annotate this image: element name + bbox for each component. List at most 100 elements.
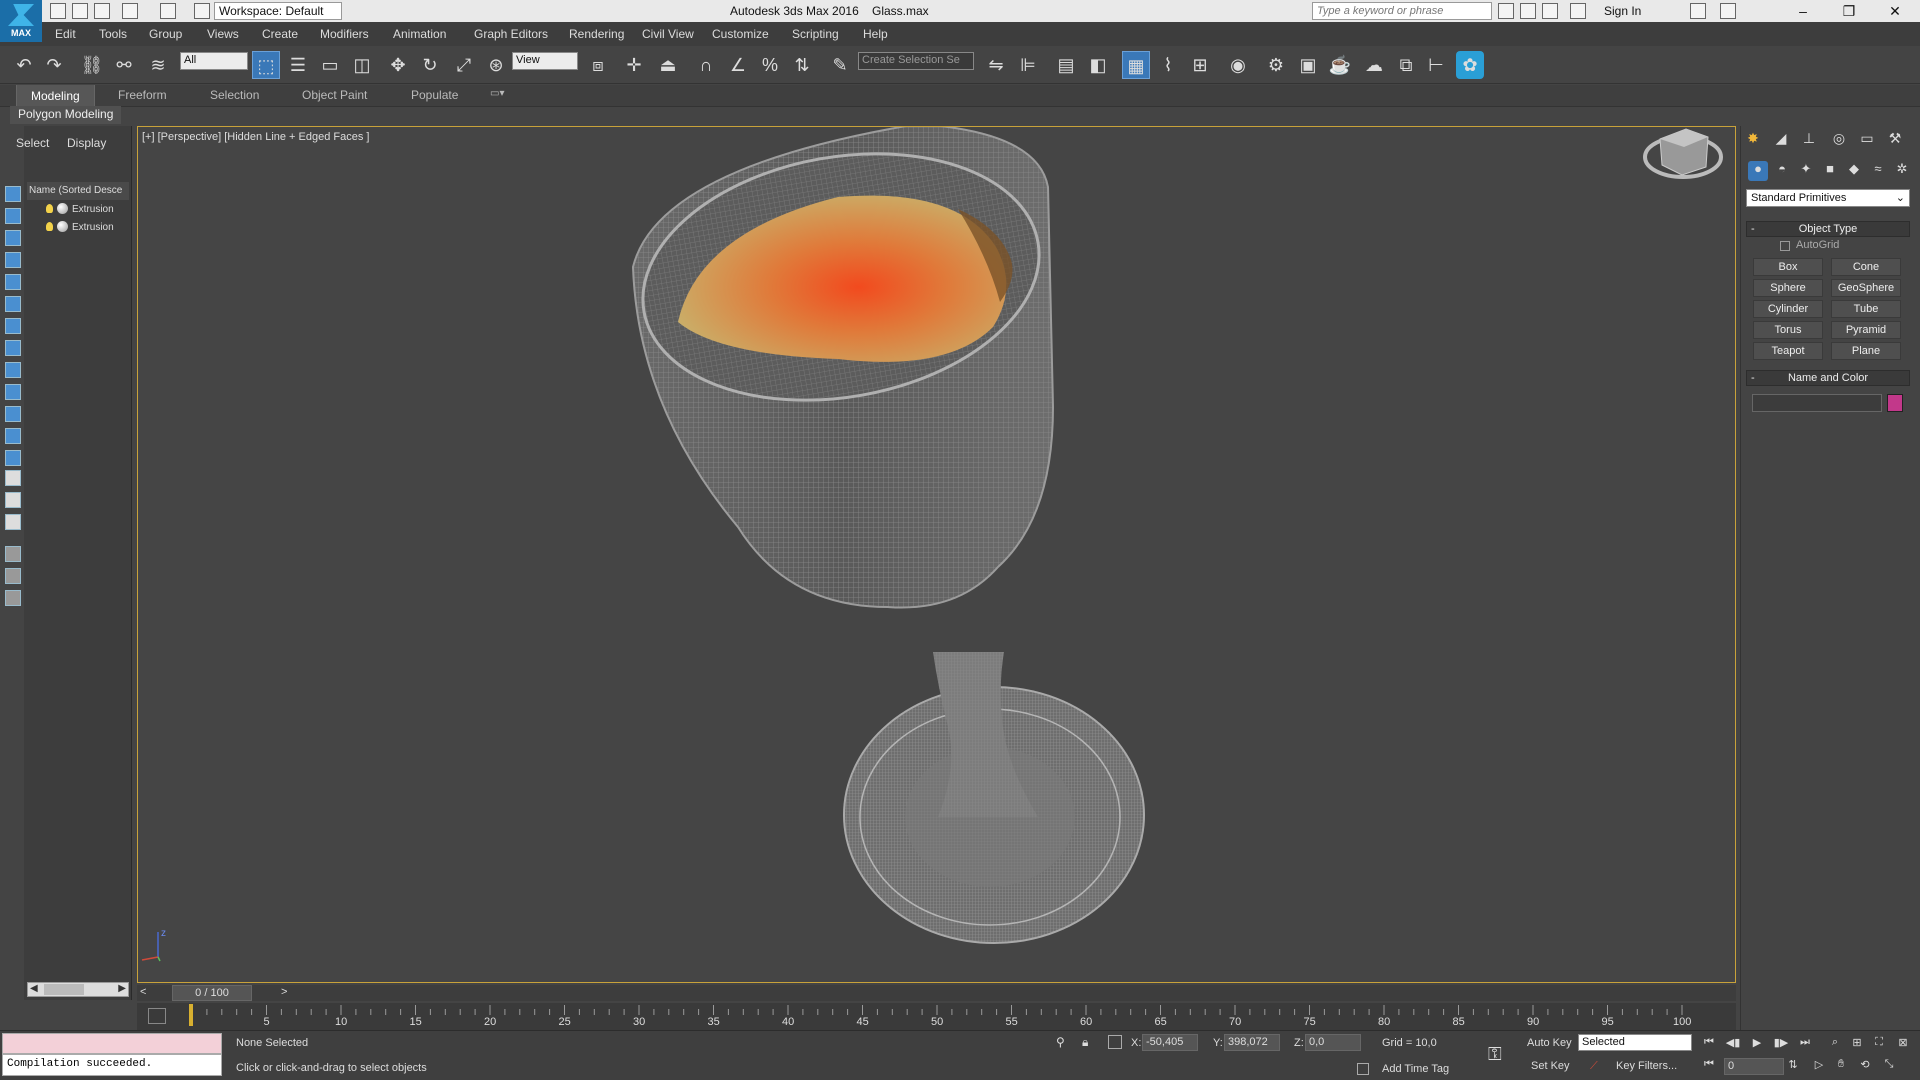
current-frame-marker[interactable] [189,1004,193,1026]
polygon-modeling-panel[interactable]: Polygon Modeling [10,106,122,124]
shapes-category-icon[interactable]: ◓ [1772,161,1792,181]
menu-customize[interactable]: Customize [712,27,769,41]
time-slider-thumb[interactable]: 0 / 100 [172,985,252,1001]
geosphere-button[interactable]: GeoSphere [1831,279,1901,297]
display-tab-icon[interactable]: ▭ [1856,130,1878,150]
save-file-icon[interactable] [94,3,110,19]
display-geometry-icon[interactable] [5,208,21,224]
display-bones-icon[interactable] [5,384,21,400]
schematic-view-icon[interactable]: ⊞ [1186,51,1214,79]
scroll-left-icon[interactable]: ◀ [30,983,38,994]
menu-scripting[interactable]: Scripting [792,27,839,41]
time-slider[interactable] [137,985,1736,1001]
display-frozen-icon[interactable] [5,428,21,444]
pivot-center-icon[interactable]: ⧈ [584,51,612,79]
user-icon[interactable] [1570,3,1586,19]
key-mode-toggle-icon[interactable]: ⏮ [1700,1058,1718,1074]
viewport-label[interactable]: [+] [Perspective] [Hidden Line + Edged F… [142,131,369,143]
time-configuration-icon[interactable]: ⇅ [1784,1058,1802,1074]
toggle-ribbon-icon[interactable]: ▦ [1122,51,1150,79]
utilities-tab-icon[interactable]: ⚒ [1884,130,1906,150]
display-hidden-icon[interactable] [5,450,21,466]
menu-civil-view[interactable]: Civil View [642,27,694,41]
orbit-icon[interactable]: ⟲ [1856,1058,1874,1074]
go-to-start-icon[interactable]: ⏮ [1700,1036,1718,1052]
maximize-icon[interactable]: ❐ [1831,2,1867,20]
edit-named-selection-icon[interactable]: ✎ [826,51,854,79]
rendered-frame-window-icon[interactable]: ▣ [1294,51,1322,79]
helpers-category-icon[interactable]: ◆ [1844,161,1864,181]
teapot-button[interactable]: Teapot [1753,342,1823,360]
filter-icon[interactable] [5,546,21,562]
select-and-rotate-icon[interactable]: ↻ [416,51,444,79]
primitive-type-dropdown[interactable]: Standard Primitives ⌄ [1746,189,1910,207]
render-shortcuts-icon[interactable]: ⊢ [1422,51,1450,79]
list-item[interactable]: Extrusion [46,221,114,239]
perspective-viewport[interactable] [137,126,1736,983]
snaps-toggle-icon[interactable]: ∩ [692,51,720,79]
pan-view-icon[interactable]: ✋︎ [1832,1058,1850,1074]
time-tag-icon[interactable] [1357,1063,1369,1075]
menu-views[interactable]: Views [207,27,239,41]
select-and-move-icon[interactable]: ✥ [384,51,412,79]
binoculars-icon[interactable] [1498,3,1514,19]
next-frame-icon[interactable]: ▮▶ [1772,1036,1790,1052]
torus-button[interactable]: Torus [1753,321,1823,339]
viewcube[interactable] [1643,128,1723,179]
auto-key-button[interactable]: Auto Key [1527,1037,1572,1049]
key-mode-icon[interactable]: ⟋ [1590,1060,1598,1073]
workspace-dropdown[interactable]: Workspace: Default [214,2,342,20]
spacewarps-category-icon[interactable]: ≈ [1868,161,1888,181]
selection-filter-dropdown[interactable]: All [180,52,248,70]
key-filters-button[interactable]: Key Filters... [1616,1060,1677,1072]
tab-populate[interactable]: Populate [411,88,458,102]
ribbon-options-icon[interactable]: ▭▾ [490,88,504,99]
tube-button[interactable]: Tube [1831,300,1901,318]
menu-group[interactable]: Group [149,27,182,41]
time-prev-icon[interactable]: < [140,986,146,998]
maxscript-listener-input[interactable] [2,1033,222,1054]
menu-graph-editors[interactable]: Graph Editors [474,27,548,41]
select-manipulate-icon[interactable]: ✛ [620,51,648,79]
named-selection-sets-dropdown[interactable]: Create Selection Se [858,52,974,70]
select-and-place-icon[interactable]: ⊛ [482,51,510,79]
reference-coordinate-dropdown[interactable]: View [512,52,578,70]
plane-button[interactable]: Plane [1831,342,1901,360]
new-file-icon[interactable] [50,3,66,19]
rectangular-selection-icon[interactable]: ▭ [316,51,344,79]
display-invert-icon[interactable] [5,514,21,530]
explorer-options-icon[interactable] [5,590,21,606]
percent-snap-icon[interactable]: % [756,51,784,79]
maximize-viewport-icon[interactable]: ⤡ [1880,1058,1898,1074]
bind-to-space-warp-icon[interactable]: ≋ [144,51,172,79]
cameras-category-icon[interactable]: ■ [1820,161,1840,181]
app-logo[interactable]: MAX [0,0,42,42]
hierarchy-tab-icon[interactable]: ⊥ [1798,130,1820,150]
object-name-field[interactable] [1752,394,1882,412]
menu-animation[interactable]: Animation [393,27,446,41]
sign-in-button[interactable]: Sign In [1604,4,1641,18]
display-shapes-icon[interactable] [5,230,21,246]
display-helpers-icon[interactable] [5,296,21,312]
menu-tools[interactable]: Tools [99,27,127,41]
box-button[interactable]: Box [1753,258,1823,276]
unlink-selection-icon[interactable]: ⚯ [110,51,138,79]
motion-tab-icon[interactable]: ◎ [1828,130,1850,150]
current-frame-field[interactable]: 0 [1724,1058,1784,1075]
render-setup-icon[interactable]: ⚙ [1262,51,1290,79]
select-by-name-icon[interactable]: ☰ [284,51,312,79]
open-file-icon[interactable] [72,3,88,19]
minimize-icon[interactable]: – [1785,2,1821,20]
y-coordinate-field[interactable]: 398,072 [1224,1034,1280,1051]
tab-object-paint[interactable]: Object Paint [302,88,367,102]
redo-icon[interactable] [160,3,176,19]
toggle-scene-explorer-icon[interactable]: ▤ [1052,51,1080,79]
render-in-cloud-icon[interactable]: ☁ [1360,51,1388,79]
object-color-swatch[interactable] [1887,394,1903,412]
undo-icon[interactable]: ↶ [10,51,38,79]
zoom-icon[interactable]: ⌕ [1826,1036,1844,1052]
zoom-extents-all-icon[interactable]: ⊠ [1894,1036,1912,1052]
set-key-icon[interactable]: ⚿ [1488,1044,1502,1065]
go-to-end-icon[interactable]: ⏭ [1796,1036,1814,1052]
display-groups-icon[interactable] [5,340,21,356]
